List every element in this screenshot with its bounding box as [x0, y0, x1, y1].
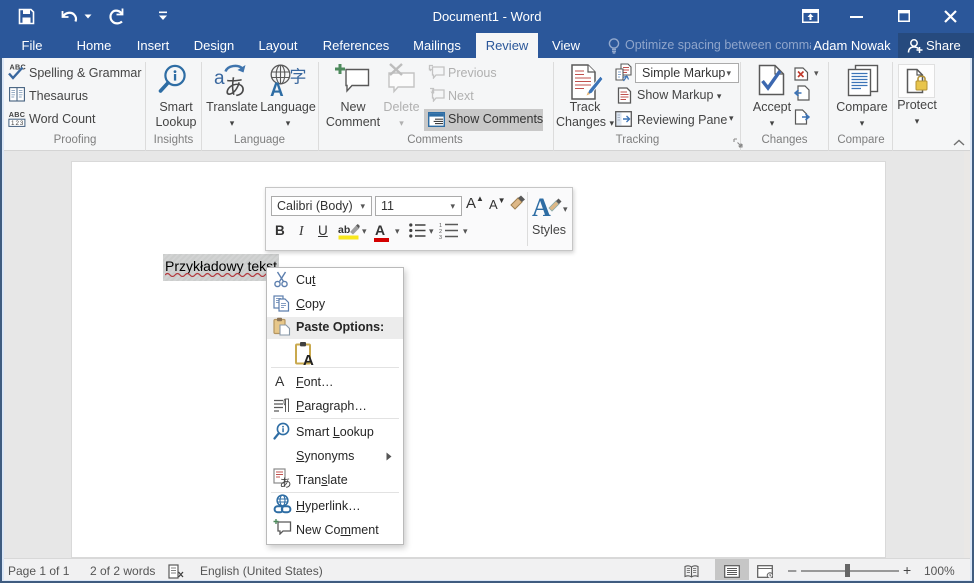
- svg-text:A: A: [303, 352, 314, 367]
- svg-text:ABC: ABC: [9, 110, 25, 119]
- svg-text:あ: あ: [224, 75, 246, 97]
- svg-text:A: A: [532, 193, 551, 220]
- svg-text:A: A: [270, 80, 284, 98]
- svg-text:3: 3: [439, 235, 442, 239]
- svg-text:ABC: ABC: [10, 63, 26, 72]
- svg-text:123: 123: [11, 120, 24, 127]
- svg-text:字: 字: [290, 68, 307, 87]
- svg-text:あ: あ: [280, 476, 292, 488]
- svg-text:ab: ab: [338, 224, 350, 236]
